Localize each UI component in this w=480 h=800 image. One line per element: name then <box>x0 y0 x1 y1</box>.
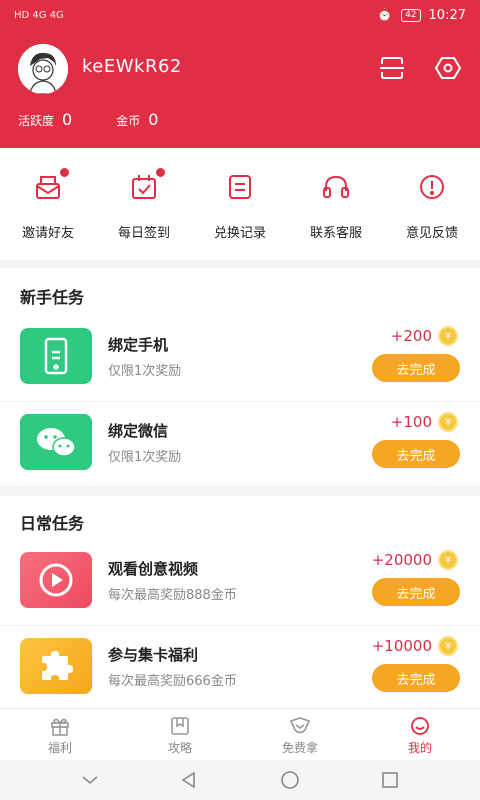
quick-actions: 邀请好友 每日签到 兑换记录 联系客服 意见反馈 <box>0 148 480 260</box>
play-icon <box>20 552 92 608</box>
wechat-icon <box>20 414 92 470</box>
phone-icon <box>20 328 92 384</box>
tab-welfare[interactable]: 福利 <box>0 709 120 760</box>
quick-invite-friends[interactable]: 邀请好友 <box>0 148 96 260</box>
username: keEWkR62 <box>82 56 182 77</box>
section-title: 新手任务 <box>20 288 85 307</box>
quick-contact-service[interactable]: 联系客服 <box>288 148 384 260</box>
collapse-icon[interactable] <box>80 773 100 787</box>
complete-button[interactable]: 去完成 <box>372 578 460 606</box>
task-reward: +20000 ¥ <box>372 550 458 570</box>
home-icon[interactable] <box>279 769 301 791</box>
task-title: 参与集卡福利 <box>108 646 199 664</box>
profile-header: keEWkR62 活跃度 0 金币 0 <box>0 30 480 148</box>
task-reward: +200 ¥ <box>391 326 458 346</box>
daily-tasks-section: 日常任务 观看创意视频 每次最高奖励888金币 +20000 ¥ 去完成 参与集卡… <box>0 496 480 708</box>
task-watch-video: 观看创意视频 每次最高奖励888金币 +20000 ¥ 去完成 <box>0 540 480 626</box>
back-icon[interactable] <box>179 770 199 790</box>
quick-redeem-history[interactable]: 兑换记录 <box>192 148 288 260</box>
scan-icon[interactable] <box>378 54 406 82</box>
activity-stat: 活跃度 0 <box>18 110 73 129</box>
task-reward: +10000 ¥ <box>372 636 458 656</box>
puzzle-icon <box>20 638 92 694</box>
clock: 10:27 <box>428 7 466 23</box>
battery-icon: 42 <box>401 8 421 22</box>
task-subtitle: 仅限1次奖励 <box>108 450 182 465</box>
envelope-icon <box>33 168 69 202</box>
task-card-collect: 参与集卡福利 每次最高奖励666金币 +10000 ¥ 去完成 <box>0 626 480 708</box>
tab-free[interactable]: 免费拿 <box>240 709 360 760</box>
book-icon <box>171 717 189 735</box>
tab-mine[interactable]: 我的 <box>360 709 480 760</box>
system-nav-bar <box>0 760 480 800</box>
task-title: 观看创意视频 <box>108 560 199 578</box>
complete-button[interactable]: 去完成 <box>372 440 460 468</box>
complete-button[interactable]: 去完成 <box>372 354 460 382</box>
settings-icon[interactable] <box>434 54 462 82</box>
task-subtitle: 仅限1次奖励 <box>108 364 182 379</box>
task-subtitle: 每次最高奖励666金币 <box>108 674 237 689</box>
task-title: 绑定微信 <box>108 422 169 440</box>
task-bind-wechat: 绑定微信 仅限1次奖励 +100 ¥ 去完成 <box>0 402 480 488</box>
alert-icon <box>417 172 447 202</box>
notification-dot <box>156 168 165 177</box>
complete-button[interactable]: 去完成 <box>372 664 460 692</box>
tag-icon <box>289 717 311 734</box>
smile-icon <box>411 717 429 735</box>
signal-indicators: HD 4G 4G <box>14 9 64 21</box>
calendar-check-icon <box>129 168 165 202</box>
quick-feedback[interactable]: 意见反馈 <box>384 148 480 260</box>
recents-icon[interactable] <box>380 770 400 790</box>
task-bind-phone: 绑定手机 仅限1次奖励 +200 ¥ 去完成 <box>0 316 480 402</box>
task-title: 绑定手机 <box>108 336 169 354</box>
gift-icon <box>51 718 69 736</box>
section-title: 日常任务 <box>20 514 85 533</box>
coin-icon: ¥ <box>438 326 458 346</box>
stats-row: 活跃度 0 金币 0 <box>18 110 158 129</box>
status-bar: HD 4G 4G ⏰ 42 10:27 <box>0 0 480 30</box>
document-icon <box>225 172 255 202</box>
coin-icon: ¥ <box>438 412 458 432</box>
task-subtitle: 每次最高奖励888金币 <box>108 588 237 603</box>
task-reward: +100 ¥ <box>391 412 458 432</box>
alarm-icon: ⏰ <box>376 7 394 23</box>
coins-stat: 金币 0 <box>116 110 159 129</box>
newbie-tasks-section: 新手任务 绑定手机 仅限1次奖励 +200 ¥ 去完成 绑定微信 仅限1次奖励 +… <box>0 268 480 486</box>
headset-icon <box>321 172 351 202</box>
tab-guide[interactable]: 攻略 <box>120 709 240 760</box>
bottom-tab-bar: 福利 攻略 免费拿 我的 <box>0 708 480 760</box>
avatar[interactable] <box>18 44 68 94</box>
quick-daily-checkin[interactable]: 每日签到 <box>96 148 192 260</box>
coin-icon: ¥ <box>438 550 458 570</box>
notification-dot <box>60 168 69 177</box>
coin-icon: ¥ <box>438 636 458 656</box>
